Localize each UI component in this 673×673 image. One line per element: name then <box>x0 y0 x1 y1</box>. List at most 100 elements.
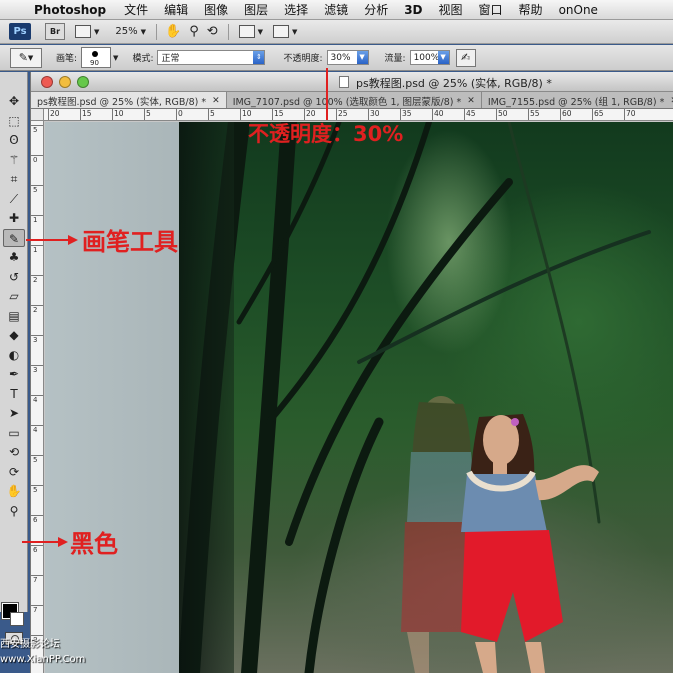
menu-help[interactable]: 帮助 <box>519 1 543 18</box>
brush-tool-icon[interactable]: ✎ <box>3 228 25 247</box>
type-tool-icon[interactable]: T <box>3 385 25 403</box>
zoom-window-icon[interactable] <box>77 75 89 88</box>
mode-select[interactable]: 正常 ⇕ <box>157 50 266 65</box>
brush-tip-icon <box>92 51 99 57</box>
menu-image[interactable]: 图像 <box>204 1 228 18</box>
flow-label: 流量: <box>384 54 406 64</box>
marquee-tool-icon[interactable]: ⬚ <box>3 112 25 130</box>
toolbox: ✥ ⬚ ʘ ⚚ ⌗ ⟋ ✚ ✎ ♣ ↺ ▱ ▤ ◆ ◐ ✒ T ➤ ▭ ⟲ ⟳ ✋ ⚲ <box>0 72 28 645</box>
pen-tool-icon[interactable]: ✒ <box>3 365 25 383</box>
main-figure <box>461 414 599 673</box>
magic-wand-tool-icon[interactable]: ⚚ <box>3 151 25 169</box>
canvas-area[interactable] <box>45 122 673 673</box>
flow-value: 100% <box>413 52 440 63</box>
screen-mode-button[interactable]: ▼ <box>273 23 297 40</box>
menu-select[interactable]: 选择 <box>284 1 308 18</box>
ruler-tick-label: 65 <box>592 109 604 120</box>
photo-canvas[interactable] <box>179 122 673 673</box>
divider <box>156 23 158 40</box>
arrange-documents-button[interactable]: ▼ <box>238 23 264 40</box>
arrange-documents-icon <box>238 25 255 38</box>
menu-onone[interactable]: onOne <box>559 3 598 17</box>
brush-size-value: 90 <box>90 59 99 67</box>
vertical-ruler[interactable]: 505112233445566778 <box>31 121 44 673</box>
eraser-tool-icon[interactable]: ▱ <box>3 287 25 305</box>
flow-field[interactable]: 100% ▼ <box>409 50 450 65</box>
view-extras-button[interactable]: ▼ <box>75 23 99 40</box>
close-window-icon[interactable] <box>41 75 53 88</box>
airbrush-toggle-button[interactable]: ✍ <box>455 48 476 67</box>
menu-edit[interactable]: 编辑 <box>164 1 188 18</box>
ruler-tick-label: 5 <box>31 185 43 194</box>
menu-file[interactable]: 文件 <box>124 1 148 18</box>
dodge-tool-icon[interactable]: ◐ <box>3 346 25 364</box>
document-tab[interactable]: IMG_7155.psd @ 25% (组 1, RGB/8) * ✕ <box>482 92 673 108</box>
app-name-menu[interactable]: Photoshop <box>34 3 106 17</box>
document-tab-label: IMG_7107.psd @ 100% (选取颜色 1, 图层蒙版/8) * <box>232 96 462 108</box>
history-brush-tool-icon[interactable]: ↺ <box>3 268 25 286</box>
chevron-down-icon: ▼ <box>257 27 264 36</box>
watermark: 西安摄影论坛 www.XianPP.Com <box>0 637 110 673</box>
brush-preset-picker[interactable]: 90 <box>81 47 112 68</box>
menu-3d[interactable]: 3D <box>404 3 422 17</box>
menu-window[interactable]: 窗口 <box>479 1 503 18</box>
ruler-tick-label: 4 <box>31 395 43 404</box>
path-selection-tool-icon[interactable]: ➤ <box>3 404 25 422</box>
tool-preset-picker[interactable]: ✎ ▼ <box>10 47 42 68</box>
annotation-line <box>26 239 70 241</box>
mode-label: 模式: <box>132 54 154 64</box>
ruler-tick-label: 50 <box>496 109 508 120</box>
ruler-tick-label: 40 <box>432 109 444 120</box>
ruler-tick-label: 0 <box>176 109 183 120</box>
document-title: ps教程图.psd @ 25% (实体, RGB/8) * <box>356 77 552 90</box>
clone-stamp-tool-icon[interactable]: ♣ <box>3 248 25 266</box>
minimize-window-icon[interactable] <box>59 75 71 88</box>
ruler-tick-label: 1 <box>31 245 43 254</box>
shape-tool-icon[interactable]: ▭ <box>3 424 25 442</box>
ruler-origin[interactable] <box>31 109 44 121</box>
gradient-tool-icon[interactable]: ▤ <box>3 307 25 325</box>
menu-analysis[interactable]: 分析 <box>364 1 388 18</box>
move-tool-icon[interactable]: ✥ <box>3 92 25 110</box>
menu-filter[interactable]: 滤镜 <box>324 1 348 18</box>
3d-rotate-tool-icon[interactable]: ⟲ <box>3 443 25 461</box>
crop-tool-icon[interactable]: ⌗ <box>3 170 25 188</box>
ruler-tick-label: 5 <box>31 485 43 494</box>
hand-icon[interactable]: ✋ <box>165 24 181 39</box>
zoom-icon[interactable]: ⚲ <box>189 24 199 39</box>
document-tab-label: IMG_7155.psd @ 25% (组 1, RGB/8) * <box>487 96 665 108</box>
background-color-swatch[interactable] <box>10 612 24 626</box>
eyedropper-tool-icon[interactable]: ⟋ <box>3 190 25 208</box>
3d-orbit-tool-icon[interactable]: ⟳ <box>3 463 25 481</box>
ruler-tick-label: 55 <box>528 109 540 120</box>
document-tab[interactable]: IMG_7107.psd @ 100% (选取颜色 1, 图层蒙版/8) * ✕ <box>227 92 482 108</box>
zoom-level-select[interactable]: 25% ▼ <box>115 23 146 40</box>
menu-view[interactable]: 视图 <box>439 1 463 18</box>
ruler-tick-label: 5 <box>144 109 151 120</box>
healing-brush-tool-icon[interactable]: ✚ <box>3 209 25 227</box>
watermark-url: www.XianPP.Com <box>0 654 86 665</box>
opacity-field[interactable]: 30% ▼ <box>326 50 369 65</box>
chevron-down-icon: ▼ <box>27 53 34 62</box>
zoom-tool-icon[interactable]: ⚲ <box>3 502 25 520</box>
document-tab[interactable]: ps教程图.psd @ 25% (实体, RGB/8) * ✕ <box>31 92 227 108</box>
airbrush-icon: ✍ <box>460 50 471 64</box>
close-tab-icon[interactable]: ✕ <box>467 96 475 106</box>
opacity-label: 不透明度: <box>283 54 323 64</box>
lasso-tool-icon[interactable]: ʘ <box>3 131 25 149</box>
ruler-tick-label: 15 <box>80 109 92 120</box>
menu-layer[interactable]: 图层 <box>244 1 268 18</box>
hand-tool-icon[interactable]: ✋ <box>3 482 25 500</box>
ruler-tick-label: 6 <box>31 545 43 554</box>
ruler-tick-label: 4 <box>31 425 43 434</box>
rotate-view-icon[interactable]: ⟲ <box>207 24 218 39</box>
ruler-tick-label: 20 <box>48 109 60 120</box>
arrow-right-icon <box>68 235 78 245</box>
blur-tool-icon[interactable]: ◆ <box>3 326 25 344</box>
watermark-title: 西安摄影论坛 <box>0 639 60 650</box>
divider <box>227 23 229 40</box>
close-tab-icon[interactable]: ✕ <box>212 96 220 106</box>
bridge-button[interactable]: Br <box>45 23 65 40</box>
annotation-line <box>326 68 328 120</box>
view-extras-icon <box>75 25 91 38</box>
